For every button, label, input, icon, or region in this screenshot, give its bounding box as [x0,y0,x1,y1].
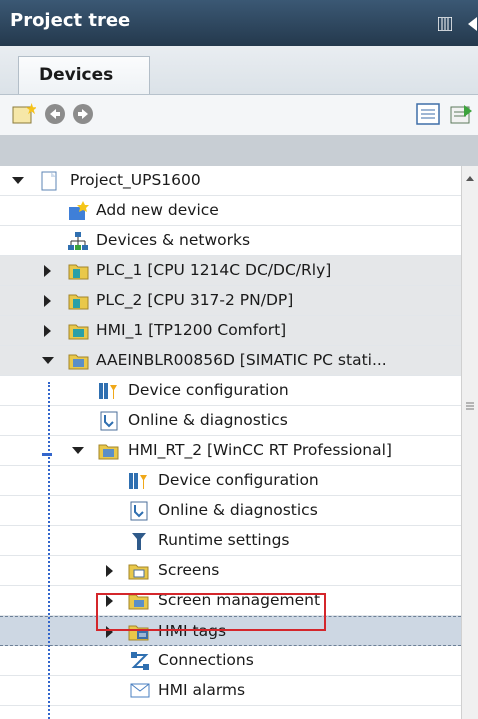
hmi-tags-highlight [96,593,326,631]
tree-item-label: HMI alarms [158,681,246,699]
pc-station-folder-icon [68,351,89,371]
collapse-arrow-icon[interactable] [72,447,84,454]
tree-item-screens[interactable]: Screens [0,556,461,586]
hmi-alarms-icon [130,681,150,701]
tree-item-device-configuration[interactable]: Device configuration [0,376,461,406]
online-diagnostics-icon [130,501,150,521]
tree-item-pc-station[interactable]: AAEINBLR00856D [SIMATIC PC stati... [0,346,461,376]
plc-folder-icon [68,291,89,311]
expand-arrow-icon[interactable] [44,325,51,337]
tree-toolbar [0,95,478,135]
tab-devices-label: Devices [39,65,114,85]
project-file-icon [40,171,60,191]
collapse-panel-icon[interactable] [466,16,478,35]
tree-item-plc-1[interactable]: PLC_1 [CPU 1214C DC/DC/Rly] [0,256,461,286]
plc-folder-icon [68,261,89,281]
hmi-runtime-folder-icon [98,441,119,461]
tree-item-label: Online & diagnostics [158,501,318,519]
expand-arrow-icon[interactable] [44,295,51,307]
tree-item-label: HMI_RT_2 [WinCC RT Professional] [128,441,392,459]
project-tree-title-bar: Project tree [0,0,478,46]
tree-item-online-diagnostics-rt[interactable]: Online & diagnostics [0,496,461,526]
minimize-panel-icon[interactable] [437,16,453,35]
tree-scrollbar[interactable] [461,166,478,719]
tree-item-device-configuration-rt[interactable]: Device configuration [0,466,461,496]
tree-item-devices-networks[interactable]: Devices & networks [0,226,461,256]
tree-item-label: Runtime settings [158,531,290,549]
tree-item-label: PLC_1 [CPU 1214C DC/DC/Rly] [96,261,332,279]
device-configuration-icon [98,381,118,401]
tree-item-hmi-1[interactable]: HMI_1 [TP1200 Comfort] [0,316,461,346]
tree-item-label: Device configuration [158,471,319,489]
tree-item-plc-2[interactable]: PLC_2 [CPU 317-2 PN/DP] [0,286,461,316]
expand-arrow-icon[interactable] [106,565,113,577]
scroll-up-icon[interactable] [465,174,475,182]
screens-folder-icon [128,561,149,581]
back-icon[interactable] [44,103,66,129]
runtime-settings-icon [130,531,150,551]
tree-item-label: Devices & networks [96,231,251,249]
tree-item-label: Online & diagnostics [128,411,288,429]
connector-tick-icon [42,453,52,456]
add-new-item-icon[interactable] [12,103,38,129]
tree-item-connections[interactable]: Connections [0,646,461,676]
tab-strip: Devices [0,46,478,95]
tree-item-project[interactable]: Project_UPS1600 [0,166,461,196]
scroll-grip-icon[interactable] [466,402,474,410]
toolbar-separator [0,135,478,166]
tree-item-online-diagnostics[interactable]: Online & diagnostics [0,406,461,436]
tree-item-label: Project_UPS1600 [70,171,201,189]
network-icon [68,231,88,251]
online-diagnostics-icon [100,411,120,431]
tree-item-hmi-alarms[interactable]: HMI alarms [0,676,461,706]
details-view-icon[interactable] [416,103,440,129]
device-configuration-icon [128,471,148,491]
tree-item-hmi-rt-2[interactable]: HMI_RT_2 [WinCC RT Professional] [0,436,461,466]
connections-icon [130,651,150,671]
expand-arrow-icon[interactable] [12,177,24,184]
panel-title: Project tree [10,10,131,31]
tree-item-label: HMI_1 [TP1200 Comfort] [96,321,287,339]
project-tree: Project_UPS1600 Add new device Devices &… [0,166,478,719]
forward-icon[interactable] [72,103,94,129]
tree-item-label: Screens [158,561,220,579]
import-export-icon[interactable] [450,103,474,129]
tree-item-label: AAEINBLR00856D [SIMATIC PC stati... [96,351,387,369]
tab-devices[interactable]: Devices [18,56,150,94]
expand-arrow-icon[interactable] [44,265,51,277]
tree-item-label: Add new device [96,201,219,219]
tree-item-runtime-settings[interactable]: Runtime settings [0,526,461,556]
add-device-icon [68,201,89,221]
hmi-folder-icon [68,321,89,341]
collapse-arrow-icon[interactable] [42,357,54,364]
tree-connector-line [48,382,50,719]
tree-item-label: Connections [158,651,254,669]
tree-item-label: Device configuration [128,381,289,399]
tree-item-add-new-device[interactable]: Add new device [0,196,461,226]
tree-item-label: PLC_2 [CPU 317-2 PN/DP] [96,291,294,309]
